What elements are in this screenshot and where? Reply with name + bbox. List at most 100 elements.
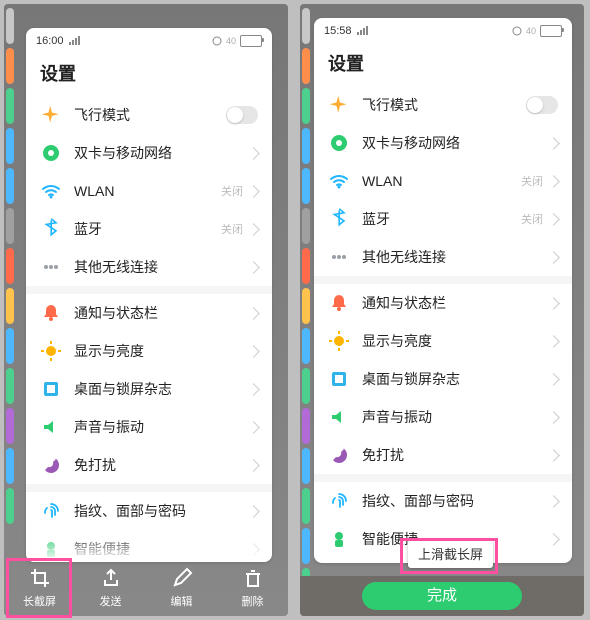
page-title: 设置 [314, 44, 572, 86]
settings-row-sim[interactable]: 双卡与移动网络 [314, 124, 572, 162]
settings-row-more[interactable]: 其他无线连接 [314, 238, 572, 276]
page-title: 设置 [26, 54, 272, 96]
wifi-icon [40, 180, 62, 202]
swipe-hint: 上滑截长屏 [408, 539, 493, 568]
row-label: 免打扰 [74, 455, 249, 475]
settings-row-smart[interactable]: 智能便捷 [26, 530, 272, 562]
chevron-right-icon [547, 495, 560, 508]
bt-icon [40, 218, 62, 240]
row-label: 蓝牙 [362, 209, 521, 229]
toolbar-crop[interactable]: 长截屏 [12, 567, 68, 609]
settings-row-dnd[interactable]: 免打扰 [26, 446, 272, 484]
settings-row-home[interactable]: 桌面与锁屏杂志 [314, 360, 572, 398]
toolbar-label: 删除 [242, 593, 264, 609]
toggle[interactable] [226, 106, 258, 124]
settings-row-dnd[interactable]: 免打扰 [314, 436, 572, 474]
toolbar-delete[interactable]: 删除 [225, 567, 281, 609]
chevron-right-icon [547, 297, 560, 310]
row-label: 桌面与锁屏杂志 [74, 379, 249, 399]
settings-row-sound[interactable]: 声音与振动 [26, 408, 272, 446]
smart-icon [40, 538, 62, 560]
chevron-right-icon [547, 175, 560, 188]
chevron-right-icon [547, 251, 560, 264]
row-label: 飞行模式 [362, 95, 526, 115]
airplane-icon [40, 104, 62, 126]
sync-icon [512, 26, 522, 36]
bottom-bar: 完成 [300, 576, 584, 616]
chevron-right-icon [247, 421, 260, 434]
settings-row-airplane[interactable]: 飞行模式 [314, 86, 572, 124]
row-label: 智能便捷 [74, 539, 249, 559]
row-label: WLAN [362, 173, 521, 189]
settings-row-wifi[interactable]: WLAN关闭 [26, 172, 272, 210]
wifi-icon [328, 170, 350, 192]
toolbar-edit[interactable]: 编辑 [154, 567, 210, 609]
row-label: 指纹、面部与密码 [74, 501, 249, 521]
row-label: 双卡与移动网络 [362, 133, 549, 153]
finger-icon [40, 500, 62, 522]
signal-icon [356, 26, 370, 36]
status-bar: 15:58 40 [314, 18, 572, 44]
chevron-right-icon [247, 345, 260, 358]
chevron-right-icon [247, 543, 260, 556]
settings-list: 飞行模式双卡与移动网络WLAN关闭蓝牙关闭其他无线连接通知与状态栏显示与亮度桌面… [26, 96, 272, 562]
chevron-right-icon [547, 449, 560, 462]
settings-row-sim[interactable]: 双卡与移动网络 [26, 134, 272, 172]
signal-icon [68, 36, 82, 46]
bt-icon [328, 208, 350, 230]
row-label: 免打扰 [362, 445, 549, 465]
delete-icon [242, 567, 264, 589]
chevron-right-icon [547, 213, 560, 226]
sound-icon [40, 416, 62, 438]
settings-list: 飞行模式双卡与移动网络WLAN关闭蓝牙关闭其他无线连接通知与状态栏显示与亮度桌面… [314, 86, 572, 563]
row-label: 飞行模式 [74, 105, 226, 125]
toggle[interactable] [526, 96, 558, 114]
row-label: WLAN [74, 183, 221, 199]
settings-row-airplane[interactable]: 飞行模式 [26, 96, 272, 134]
row-label: 桌面与锁屏杂志 [362, 369, 549, 389]
airplane-icon [328, 94, 350, 116]
chevron-right-icon [247, 147, 260, 160]
settings-row-more[interactable]: 其他无线连接 [26, 248, 272, 286]
settings-row-bell[interactable]: 通知与状态栏 [314, 284, 572, 322]
settings-row-home[interactable]: 桌面与锁屏杂志 [26, 370, 272, 408]
sync-icon [212, 36, 222, 46]
row-label: 其他无线连接 [74, 257, 249, 277]
settings-row-bt[interactable]: 蓝牙关闭 [314, 200, 572, 238]
row-label: 指纹、面部与密码 [362, 491, 549, 511]
display-icon [40, 340, 62, 362]
settings-row-bt[interactable]: 蓝牙关闭 [26, 210, 272, 248]
dnd-icon [328, 444, 350, 466]
screenshot-toolbar: 长截屏发送 编辑删除 [4, 560, 288, 616]
chevron-right-icon [247, 261, 260, 274]
row-value: 关闭 [521, 173, 543, 189]
settings-row-bell[interactable]: 通知与状态栏 [26, 294, 272, 332]
home-icon [40, 378, 62, 400]
more-icon [40, 256, 62, 278]
toolbar-share[interactable]: 发送 [83, 567, 139, 609]
row-label: 显示与亮度 [74, 341, 249, 361]
row-label: 通知与状态栏 [362, 293, 549, 313]
done-button[interactable]: 完成 [362, 582, 522, 610]
chevron-right-icon [247, 505, 260, 518]
chevron-right-icon [547, 373, 560, 386]
share-icon [100, 567, 122, 589]
chevron-right-icon [247, 185, 260, 198]
chevron-right-icon [547, 533, 560, 546]
toolbar-label: 发送 [100, 593, 122, 609]
settings-row-display[interactable]: 显示与亮度 [314, 322, 572, 360]
settings-row-finger[interactable]: 指纹、面部与密码 [26, 492, 272, 530]
battery-icon [240, 35, 262, 47]
settings-row-display[interactable]: 显示与亮度 [26, 332, 272, 370]
settings-row-sound[interactable]: 声音与振动 [314, 398, 572, 436]
settings-row-wifi[interactable]: WLAN关闭 [314, 162, 572, 200]
row-label: 其他无线连接 [362, 247, 549, 267]
chevron-right-icon [247, 223, 260, 236]
edit-icon [171, 567, 193, 589]
more-icon [328, 246, 350, 268]
settings-row-finger[interactable]: 指纹、面部与密码 [314, 482, 572, 520]
battery-icon [540, 25, 562, 37]
display-icon [328, 330, 350, 352]
row-label: 显示与亮度 [362, 331, 549, 351]
battery-text: 40 [226, 36, 236, 46]
